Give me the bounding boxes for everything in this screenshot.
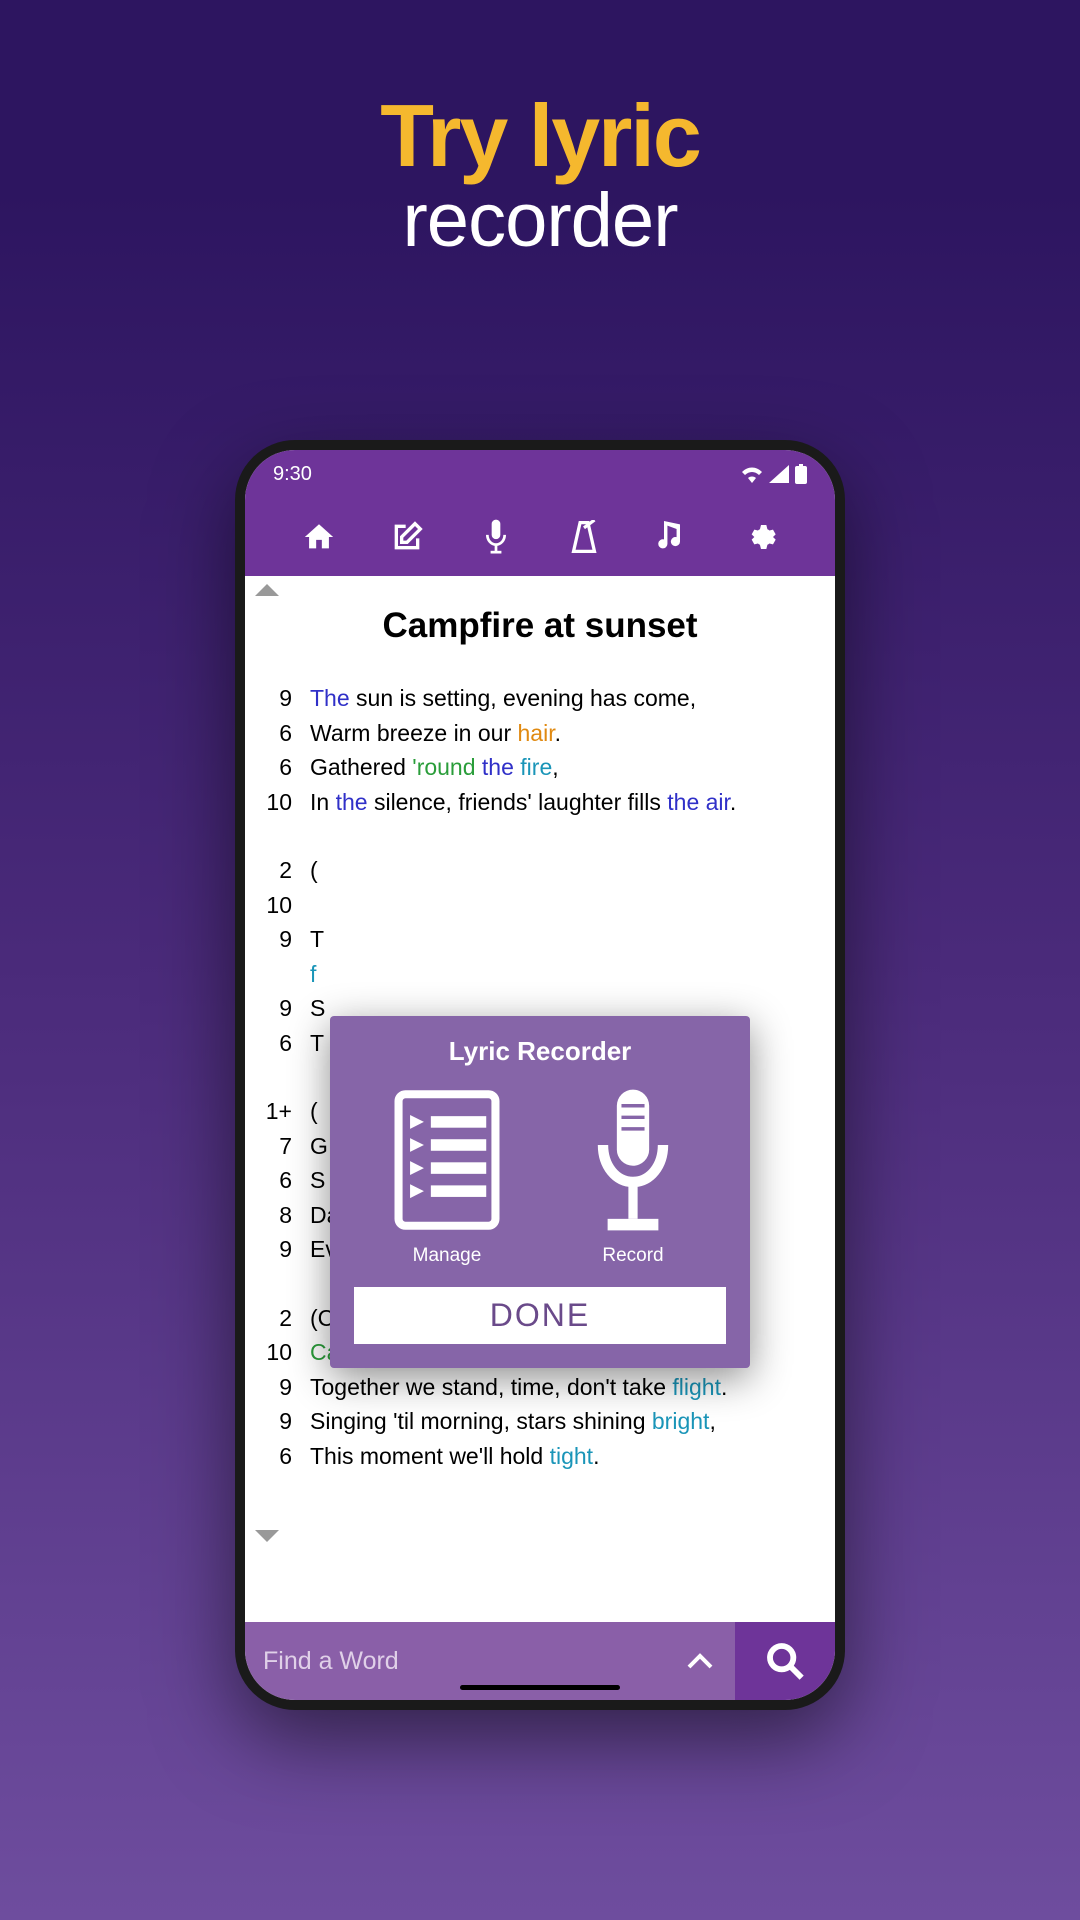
record-mic-icon <box>573 1085 693 1235</box>
lyric-text: In the silence, friends' laughter fills … <box>310 785 815 820</box>
lyric-text: Singing 'til morning, stars shining brig… <box>310 1404 815 1439</box>
manage-button[interactable]: Manage <box>387 1085 507 1267</box>
dialog-options: Manage <box>354 1085 726 1267</box>
music-icon <box>658 521 686 553</box>
lyric-text: The sun is setting, evening has come, <box>310 681 815 716</box>
home-icon <box>302 520 336 554</box>
mic-button[interactable] <box>478 519 514 555</box>
search-up-button[interactable] <box>665 1622 735 1700</box>
syllable-count: 2 <box>265 1301 310 1336</box>
promo-headline: Try lyric recorder <box>0 0 1080 264</box>
status-time: 9:30 <box>273 463 312 486</box>
lyric-text: f <box>310 957 815 992</box>
search-button[interactable] <box>735 1622 835 1700</box>
lyric-text: Together we stand, time, don't take flig… <box>310 1370 815 1405</box>
edit-icon <box>391 521 423 553</box>
lyrics-content[interactable]: Campfire at sunset 9The sun is setting, … <box>245 576 835 1622</box>
lyric-line: 6This moment we'll hold tight. <box>265 1439 815 1474</box>
headline-top: Try lyric <box>0 85 1080 187</box>
settings-button[interactable] <box>743 519 779 555</box>
collapse-up-icon[interactable] <box>255 584 279 596</box>
syllable-count: 6 <box>265 1026 310 1061</box>
syllable-count: 6 <box>265 1439 310 1474</box>
lyric-line: 9Together we stand, time, don't take fli… <box>265 1370 815 1405</box>
gear-icon <box>745 521 777 553</box>
syllable-count: 6 <box>265 1163 310 1198</box>
syllable-count: 1+ <box>265 1094 310 1129</box>
record-button[interactable]: Record <box>573 1085 693 1267</box>
lyric-line: 9T <box>265 922 815 957</box>
lyric-text: T <box>310 922 815 957</box>
done-button[interactable]: DONE <box>354 1287 726 1344</box>
phone-screen: 9:30 <box>245 450 835 1700</box>
manage-list-icon <box>387 1085 507 1235</box>
syllable-count: 10 <box>265 785 310 820</box>
status-bar: 9:30 <box>245 450 835 498</box>
lyric-line: 10 <box>265 888 815 923</box>
lyric-text <box>310 888 815 923</box>
search-icon <box>765 1641 805 1681</box>
chevron-up-icon <box>685 1651 715 1671</box>
syllable-count: 9 <box>265 991 310 1026</box>
lyric-line: f <box>265 957 815 992</box>
record-label: Record <box>602 1245 663 1267</box>
lyric-text: Warm breeze in our hair. <box>310 716 815 751</box>
lyric-text: This moment we'll hold tight. <box>310 1439 815 1474</box>
song-title: Campfire at sunset <box>245 576 835 681</box>
scroll-down-icon[interactable] <box>255 1530 279 1542</box>
syllable-count: 2 <box>265 853 310 888</box>
syllable-count: 9 <box>265 1232 310 1267</box>
app-toolbar <box>245 498 835 576</box>
syllable-count: 6 <box>265 716 310 751</box>
lyric-line: 2( <box>265 853 815 888</box>
syllable-count: 9 <box>265 681 310 716</box>
lyric-line: 9Singing 'til morning, stars shining bri… <box>265 1404 815 1439</box>
syllable-count: 10 <box>265 888 310 923</box>
syllable-count: 8 <box>265 1198 310 1233</box>
home-indicator <box>460 1685 620 1690</box>
dialog-title: Lyric Recorder <box>354 1036 726 1067</box>
syllable-count: 9 <box>265 1370 310 1405</box>
syllable-count: 10 <box>265 1335 310 1370</box>
syllable-count: 9 <box>265 922 310 957</box>
syllable-count: 6 <box>265 750 310 785</box>
syllable-count: 9 <box>265 1404 310 1439</box>
syllable-count: 7 <box>265 1129 310 1164</box>
music-button[interactable] <box>654 519 690 555</box>
phone-frame: 9:30 <box>235 440 845 1710</box>
lyric-recorder-dialog: Lyric Recorder Manage <box>330 1016 750 1368</box>
lyric-text: ( <box>310 853 815 888</box>
headline-bottom: recorder <box>0 177 1080 264</box>
home-button[interactable] <box>301 519 337 555</box>
manage-label: Manage <box>413 1245 482 1267</box>
metronome-icon <box>568 520 600 554</box>
lyric-line: 6Warm breeze in our hair. <box>265 716 815 751</box>
battery-icon <box>795 464 807 484</box>
status-icons <box>741 464 807 484</box>
lyric-line: 9The sun is setting, evening has come, <box>265 681 815 716</box>
signal-icon <box>769 465 789 483</box>
edit-button[interactable] <box>389 519 425 555</box>
lyric-line: 10In the silence, friends' laughter fill… <box>265 785 815 820</box>
microphone-icon <box>483 519 509 555</box>
syllable-count <box>265 957 310 992</box>
metronome-button[interactable] <box>566 519 602 555</box>
lyric-line: 6Gathered 'round the fire, <box>265 750 815 785</box>
wifi-icon <box>741 465 763 483</box>
lyric-text: Gathered 'round the fire, <box>310 750 815 785</box>
